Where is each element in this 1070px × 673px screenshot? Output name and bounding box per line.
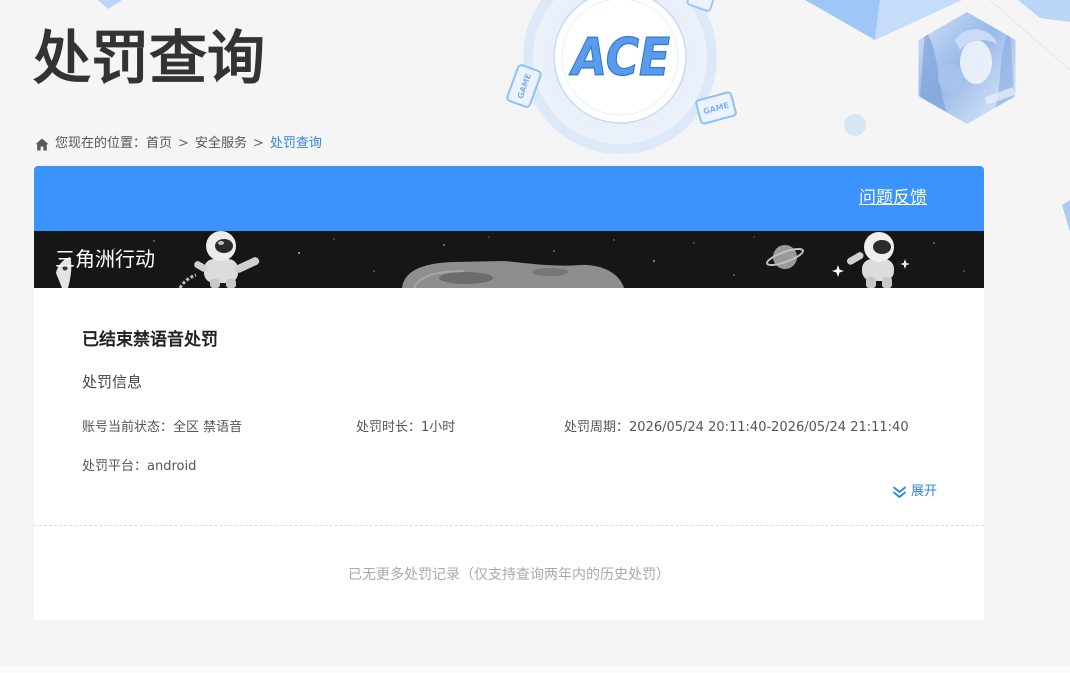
card-header-bar: 问题反馈: [34, 166, 984, 231]
expand-toggle[interactable]: 展开: [892, 482, 937, 502]
breadcrumb-current[interactable]: 处罚查询: [270, 135, 322, 153]
penalty-card: 问题反馈 三角洲行动 已结束禁语音处罚 处罚信息 账号当前状态：全区 禁语音 处…: [34, 166, 984, 620]
field-penalty-platform: 处罚平台：android: [82, 457, 196, 477]
field-value: 1小时: [421, 420, 456, 435]
breadcrumb-link-security-service[interactable]: 安全服务: [195, 135, 247, 153]
breadcrumb-link-home[interactable]: 首页: [146, 135, 172, 153]
ace-logo-text: ACE: [569, 28, 670, 88]
feedback-link[interactable]: 问题反馈: [859, 166, 927, 231]
field-value: android: [147, 459, 197, 474]
field-penalty-duration: 处罚时长：1小时: [356, 418, 455, 438]
penalty-info-label: 处罚信息: [82, 373, 143, 391]
expand-label: 展开: [910, 484, 937, 499]
home-icon: [35, 138, 49, 150]
planet-illustration: [766, 245, 804, 269]
field-label: 处罚平台：: [82, 459, 148, 474]
field-value: 全区 禁语音: [173, 420, 243, 435]
dashed-divider: [34, 525, 984, 526]
astronaut-right-illustration: [846, 232, 894, 288]
page-bottom-edge: [0, 665, 1070, 673]
field-value: 2026/05/24 20:11:40-2026/05/24 21:11:40: [629, 420, 909, 435]
page-title: 处罚查询: [33, 24, 266, 92]
game-title: 三角洲行动: [55, 247, 155, 271]
double-chevron-down-icon: [893, 486, 906, 498]
field-account-status: 账号当前状态：全区 禁语音: [82, 418, 242, 438]
decor-bubble: [844, 114, 866, 136]
astronaut-left-illustration: [178, 231, 260, 288]
field-penalty-period: 处罚周期：2026/05/24 20:11:40-2026/05/24 21:1…: [564, 418, 909, 438]
character-avatar-hexagon: [918, 12, 1016, 124]
field-label: 处罚周期：: [564, 420, 630, 435]
breadcrumb-prefix: 您现在的位置：: [55, 136, 147, 151]
field-label: 处罚时长：: [356, 420, 422, 435]
penalty-record-panel: 已结束禁语音处罚 处罚信息 账号当前状态：全区 禁语音 处罚时长：1小时 处罚周…: [34, 288, 984, 620]
ace-emblem: ACE: [508, 0, 732, 169]
space-banner-illustration: [56, 231, 965, 288]
game-banner: 三角洲行动: [34, 231, 984, 288]
breadcrumb-separator: >: [252, 136, 264, 151]
spaceship-illustration: [402, 261, 624, 288]
no-more-records-note: 已无更多处罚记录（仅支持查询两年内的历史处罚）: [348, 567, 670, 583]
breadcrumb: 您现在的位置： 首页 > 安全服务 > 处罚查询: [35, 135, 322, 153]
breadcrumb-separator: >: [178, 136, 189, 151]
decor-triangle: [98, 0, 122, 9]
penalty-status-title: 已结束禁语音处罚: [82, 330, 218, 350]
field-label: 账号当前状态：: [82, 420, 174, 435]
